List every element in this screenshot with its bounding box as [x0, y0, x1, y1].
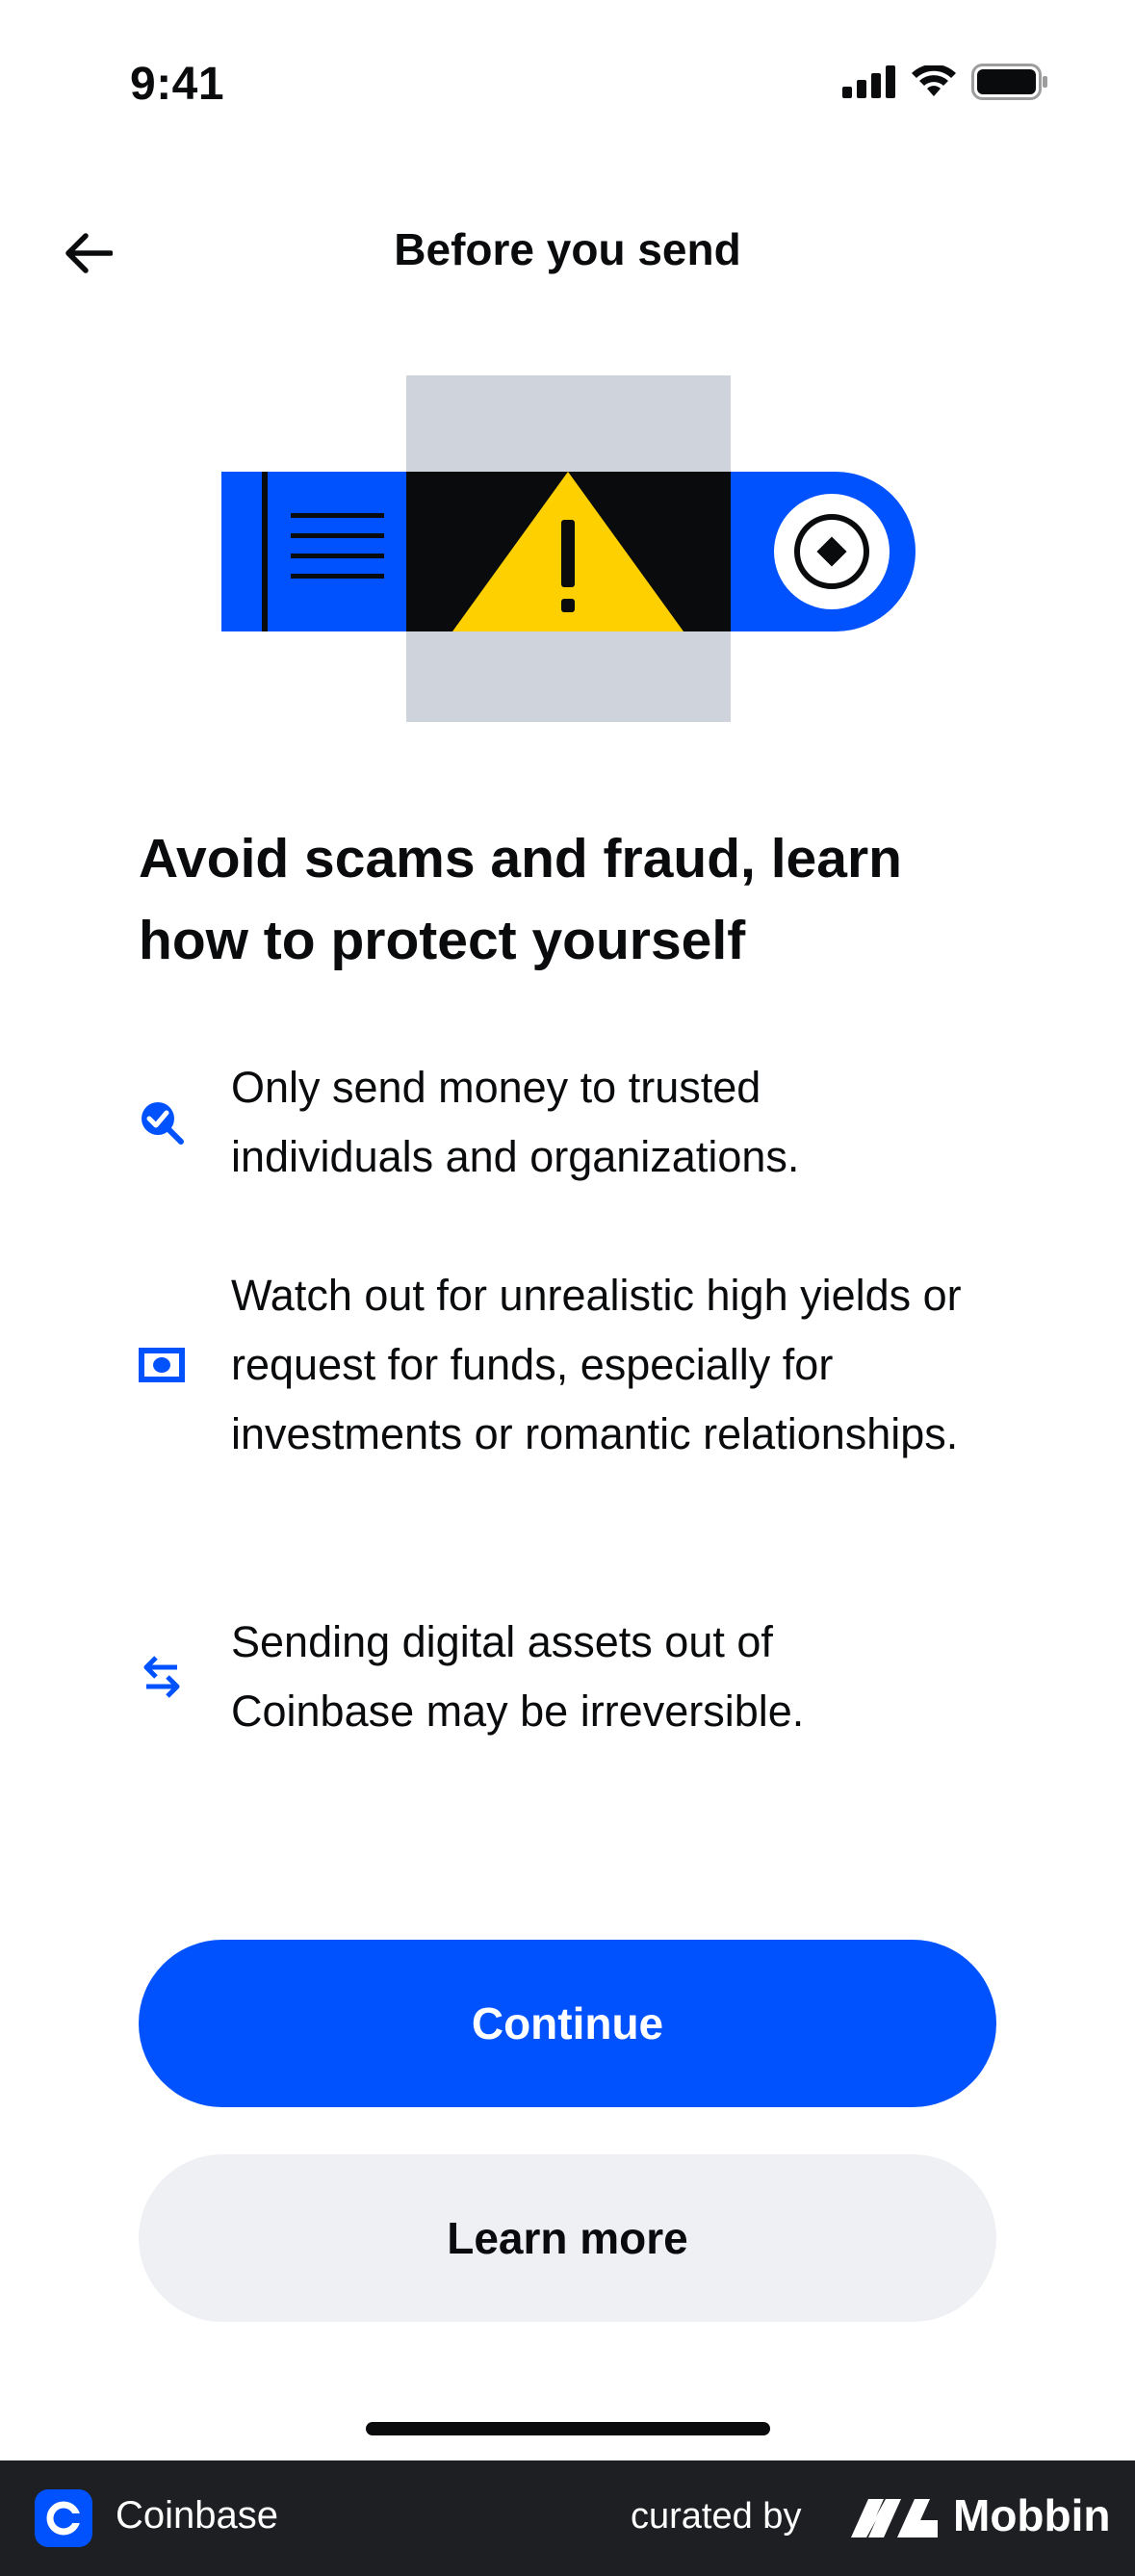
- continue-button[interactable]: Continue: [139, 1940, 996, 2107]
- page-title: Before you send: [394, 224, 741, 274]
- warning-illustration: [221, 375, 916, 722]
- tip-text: Watch out for unrealistic high yields or…: [231, 1271, 962, 1458]
- mobbin-logo-icon: [851, 2499, 938, 2537]
- footer-bar: Coinbase curated by Mobbin: [0, 2460, 1135, 2576]
- status-time: 9:41: [130, 59, 225, 110]
- transfer-arrows-icon: [139, 1654, 185, 1700]
- cash-bill-icon: [139, 1342, 185, 1388]
- coinbase-logo-icon: [35, 2489, 92, 2547]
- tip-yields: Watch out for unrealistic high yields or…: [139, 1261, 1005, 1469]
- learn-more-button[interactable]: Learn more: [139, 2154, 996, 2322]
- footer-brand: Mobbin: [953, 2490, 1111, 2540]
- verified-search-icon: [139, 1099, 185, 1146]
- tip-trusted: Only send money to trusted individuals a…: [139, 1053, 1005, 1192]
- status-icons: [842, 64, 1048, 100]
- footer-app-name: Coinbase: [116, 2494, 279, 2537]
- home-indicator: [366, 2422, 770, 2435]
- tip-text: Sending digital assets out of Coinbase m…: [231, 1617, 805, 1736]
- tip-irreversible: Sending digital assets out of Coinbase m…: [139, 1608, 1005, 1746]
- wifi-icon: [912, 65, 956, 96]
- main-heading: Avoid scams and fraud, learn how to prot…: [139, 828, 902, 971]
- footer-curated-by: curated by: [631, 2496, 802, 2537]
- cellular-signal-icon: [842, 65, 895, 98]
- battery-icon: [971, 64, 1047, 100]
- tip-text: Only send money to trusted individuals a…: [231, 1063, 800, 1181]
